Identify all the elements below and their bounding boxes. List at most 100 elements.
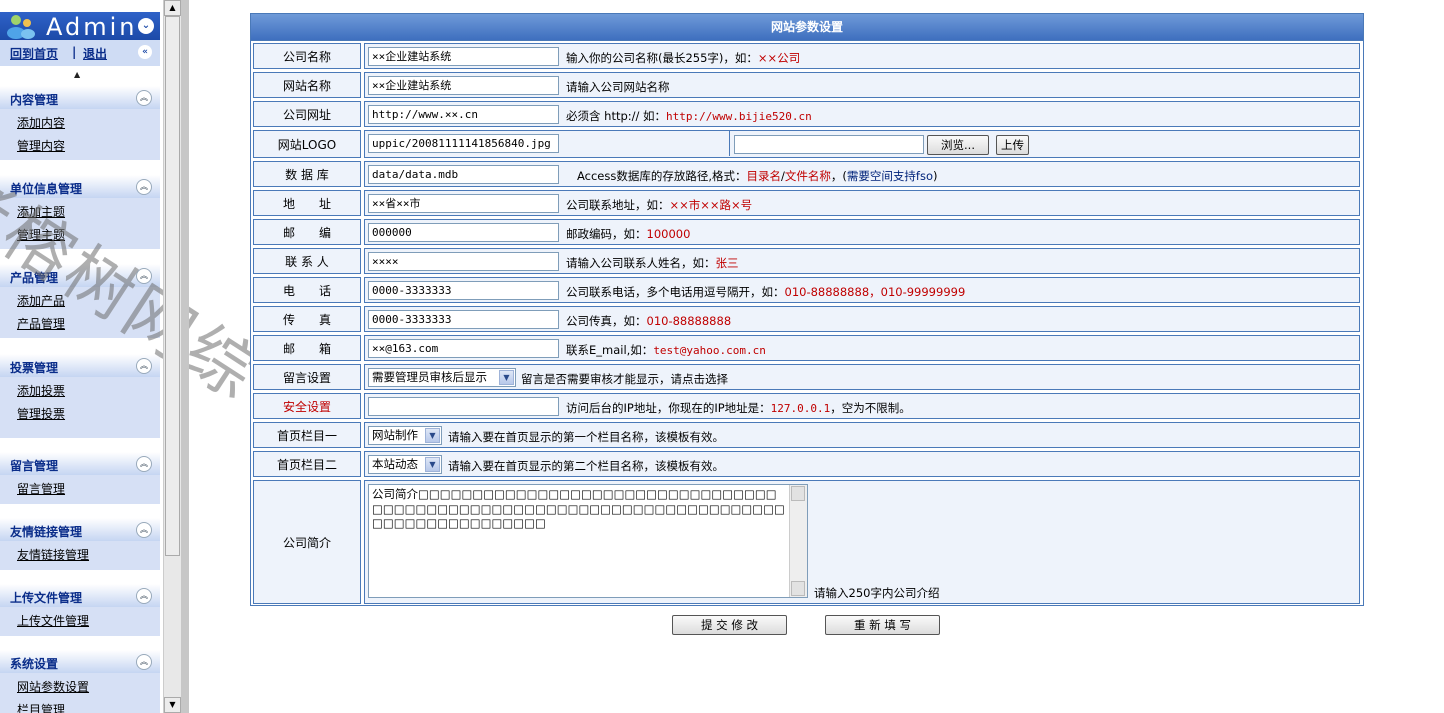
menu-content: 内容管理 ︽ 添加内容 管理内容 <box>0 86 160 160</box>
postcode-input[interactable]: 000000 <box>368 223 559 242</box>
menu-item-manage-content[interactable]: 管理内容 <box>17 135 160 158</box>
collapse-up-icon[interactable]: ︽ <box>136 358 152 374</box>
home-col2-select[interactable]: 本站动态 ▼ <box>368 455 442 474</box>
field-label: 安全设置 <box>253 393 361 419</box>
menu-item-columns[interactable]: 栏目管理 <box>17 699 160 713</box>
menu-item-guestbook[interactable]: 留言管理 <box>17 478 160 501</box>
row-database: 数 据 库 data/data.mdb Access数据库的存放路径,格式：目录… <box>251 159 1363 188</box>
select-value: 网站制作 <box>372 428 418 442</box>
menu-title: 系统设置 <box>10 657 59 671</box>
menu-item-manage-vote[interactable]: 管理投票 <box>17 403 160 426</box>
chevron-down-icon[interactable]: ▼ <box>425 457 440 472</box>
field-label: 联 系 人 <box>253 248 361 274</box>
menu-header[interactable]: 留言管理 ︽ <box>0 452 160 475</box>
menu-header[interactable]: 上传文件管理 ︽ <box>0 584 160 607</box>
field-label: 首页栏目一 <box>253 422 361 448</box>
field-hint: 请输入250字内公司介绍 <box>814 586 940 600</box>
security-ip-input[interactable] <box>368 397 559 416</box>
collapse-up-icon[interactable]: ︽ <box>136 179 152 195</box>
address-input[interactable]: ××省××市 <box>368 194 559 213</box>
company-url-input[interactable]: http://www.××.cn <box>368 105 559 124</box>
row-intro: 公司简介 公司简介□□□□□□□□□□□□□□□□□□□□□□□□□□□□□□□… <box>251 478 1363 605</box>
menu-item-manage-topic[interactable]: 管理主题 <box>17 224 160 247</box>
menu-item-links[interactable]: 友情链接管理 <box>17 544 160 567</box>
scroll-down-arrow-icon[interactable]: ▼ <box>164 697 181 713</box>
menu-uploads: 上传文件管理 ︽ 上传文件管理 <box>0 584 160 636</box>
logout-link[interactable]: 退出 <box>83 45 107 62</box>
browse-button[interactable]: 浏览... <box>927 135 989 155</box>
field-hint: Access数据库的存放路径,格式：目录名/文件名称，(需要空间支持fso) <box>577 169 938 183</box>
scroll-down-arrow-icon[interactable] <box>791 581 805 596</box>
collapse-up-icon[interactable]: ︽ <box>136 268 152 284</box>
menu-header[interactable]: 内容管理 ︽ <box>0 86 160 109</box>
textarea-scrollbar[interactable] <box>789 485 807 597</box>
menu-item-add-topic[interactable]: 添加主题 <box>17 201 160 224</box>
collapse-left-icon[interactable]: « <box>138 45 152 59</box>
field-hint: 公司联系地址，如：××市××路×号 <box>566 198 753 212</box>
menu-item-add-product[interactable]: 添加产品 <box>17 290 160 313</box>
menu-item-manage-product[interactable]: 产品管理 <box>17 313 160 336</box>
field-hint: 必须含 http:// 如：http://www.bijie520.cn <box>566 109 812 123</box>
chevron-down-icon[interactable]: ▼ <box>499 370 514 385</box>
chevron-down-icon[interactable]: ⌄ <box>138 18 154 34</box>
collapse-up-icon[interactable]: ︽ <box>136 654 152 670</box>
scroll-up-arrow-icon[interactable] <box>791 486 805 501</box>
admin-logo: Admin ⌄ <box>0 12 160 41</box>
field-hint: 公司传真，如：010-88888888 <box>566 314 732 328</box>
scroll-up-icon[interactable]: ▲ <box>74 70 80 79</box>
intro-textarea[interactable]: 公司简介□□□□□□□□□□□□□□□□□□□□□□□□□□□□□□□□□□□□… <box>368 484 808 598</box>
collapse-up-icon[interactable]: ︽ <box>136 522 152 538</box>
menu-header[interactable]: 投票管理 ︽ <box>0 354 160 377</box>
scrollbar-thumb[interactable] <box>165 16 180 556</box>
menu-title: 投票管理 <box>10 361 59 375</box>
collapse-up-icon[interactable]: ︽ <box>136 90 152 106</box>
menu-title: 单位信息管理 <box>10 182 83 196</box>
field-hint: 访问后台的IP地址，你现在的IP地址是：127.0.0.1，空为不限制。 <box>566 401 911 415</box>
menu-title: 上传文件管理 <box>10 591 83 605</box>
submit-button[interactable]: 提 交 修 改 <box>672 615 787 635</box>
menu-item-add-vote[interactable]: 添加投票 <box>17 380 160 403</box>
menu-item-site-settings[interactable]: 网站参数设置 <box>17 676 160 699</box>
cell-divider <box>729 130 730 156</box>
email-input[interactable]: ××@163.com <box>368 339 559 358</box>
menu-unit-info: 单位信息管理 ︽ 添加主题 管理主题 <box>0 175 160 249</box>
left-scrollbar[interactable]: ▲ ▼ <box>163 0 181 713</box>
database-input[interactable]: data/data.mdb <box>368 165 559 184</box>
scroll-up-arrow-icon[interactable]: ▲ <box>164 0 181 16</box>
row-address: 地 址 ××省××市 公司联系地址，如：××市××路×号 <box>251 188 1363 217</box>
menu-item-add-content[interactable]: 添加内容 <box>17 112 160 135</box>
field-label: 网站名称 <box>253 72 361 98</box>
menu-title: 产品管理 <box>10 271 59 285</box>
menu-header[interactable]: 友情链接管理 ︽ <box>0 518 160 541</box>
logo-file-input[interactable] <box>734 135 924 154</box>
home-col1-select[interactable]: 网站制作 ▼ <box>368 426 442 445</box>
row-email: 邮 箱 ××@163.com 联系E_mail,如：test@yahoo.com… <box>251 333 1363 362</box>
field-label: 首页栏目二 <box>253 451 361 477</box>
site-logo-input[interactable]: uppic/20081111141856840.jpg <box>368 134 559 153</box>
phone-input[interactable]: 0000-3333333 <box>368 281 559 300</box>
fax-input[interactable]: 0000-3333333 <box>368 310 559 329</box>
collapse-up-icon[interactable]: ︽ <box>136 588 152 604</box>
menu-header[interactable]: 单位信息管理 ︽ <box>0 175 160 198</box>
chevron-down-icon[interactable]: ▼ <box>425 428 440 443</box>
upload-button[interactable]: 上传 <box>996 135 1029 155</box>
select-value: 需要管理员审核后显示 <box>372 370 487 384</box>
home-link[interactable]: 回到首页 <box>10 45 58 62</box>
field-hint: 请输入公司联系人姓名，如：张三 <box>566 256 739 270</box>
guestbook-select[interactable]: 需要管理员审核后显示 ▼ <box>368 368 516 387</box>
collapse-up-icon[interactable]: ︽ <box>136 456 152 472</box>
menu-header[interactable]: 系统设置 ︽ <box>0 650 160 673</box>
menu-header[interactable]: 产品管理 ︽ <box>0 264 160 287</box>
site-settings-form: 网站参数设置 公司名称 ××企业建站系统 输入你的公司名称(最长255字)，如：… <box>250 13 1364 606</box>
site-name-input[interactable]: ××企业建站系统 <box>368 76 559 95</box>
row-home-col2: 首页栏目二 本站动态 ▼ 请输入要在首页显示的第二个栏目名称，该模板有效。 <box>251 449 1363 478</box>
field-label: 公司简介 <box>253 480 361 604</box>
frame-divider[interactable] <box>181 0 189 713</box>
left-frame: Admin ⌄ 回到首页 | 退出 « ▲ 内容管理 ︽ 添加内容 管理内容 单… <box>0 0 160 713</box>
contact-input[interactable]: ×××× <box>368 252 559 271</box>
reset-button[interactable]: 重 新 填 写 <box>825 615 940 635</box>
field-label: 邮 箱 <box>253 335 361 361</box>
row-fax: 传 真 0000-3333333 公司传真，如：010-88888888 <box>251 304 1363 333</box>
company-name-input[interactable]: ××企业建站系统 <box>368 47 559 66</box>
menu-item-uploads[interactable]: 上传文件管理 <box>17 610 160 633</box>
